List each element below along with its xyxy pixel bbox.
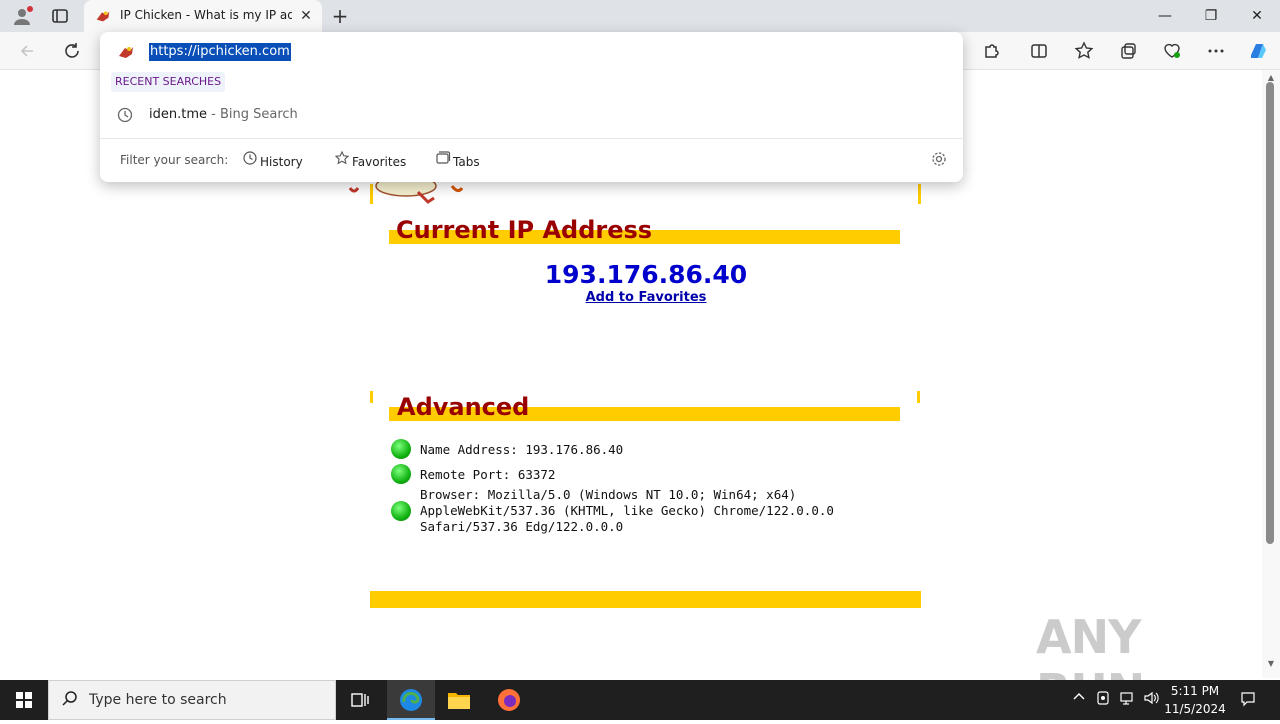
search-icon (61, 690, 79, 712)
filter-favorites-button[interactable]: Favorites (334, 150, 406, 172)
chevron-up-icon[interactable] (1069, 690, 1089, 710)
task-view-icon[interactable] (336, 680, 384, 720)
tabs-icon (435, 150, 453, 173)
browser-line-2: AppleWebKit/537.36 (KHTML, like Gecko) C… (420, 503, 834, 518)
filter-history-button[interactable]: History (242, 150, 303, 172)
advanced-right-tick (917, 391, 920, 403)
chicken-favicon-icon (96, 11, 110, 22)
tab-ipchicken[interactable]: IP Chicken - What is my IP addre ✕ (84, 0, 322, 32)
firefox-icon[interactable] (485, 680, 533, 720)
advanced-left-tick (370, 391, 373, 403)
maximize-button[interactable]: ❐ (1188, 0, 1234, 32)
close-window-button[interactable]: ✕ (1234, 0, 1280, 32)
green-bullet-icon (391, 439, 411, 459)
scroll-down-icon[interactable]: ▼ (1265, 658, 1277, 670)
recent-searches-label: RECENT SEARCHES (111, 72, 226, 92)
filter-label: Filter your search: (120, 153, 229, 167)
chicken-logo-image (348, 180, 464, 204)
filter-tabs-button[interactable]: Tabs (435, 150, 480, 172)
remote-port-text: Remote Port: 63372 (420, 467, 556, 482)
history-clock-icon (116, 106, 134, 128)
favorites-star-icon[interactable] (1071, 38, 1097, 64)
refresh-icon[interactable] (59, 38, 85, 64)
taskbar-search-box[interactable]: Type here to search (48, 680, 336, 720)
collections-icon[interactable] (1115, 38, 1141, 64)
address-bar-dropdown: https://ipchicken.com RECENT SEARCHES id… (100, 32, 963, 182)
network-icon[interactable] (1117, 690, 1137, 710)
recent-search-item[interactable]: iden.tme - Bing Search (100, 102, 963, 128)
ip-address-value: 193.176.86.40 (544, 260, 748, 289)
search-placeholder: Type here to search (89, 692, 227, 708)
star-icon (334, 150, 352, 173)
windows-logo-icon (16, 692, 32, 708)
frame-left-tick (370, 184, 373, 204)
current-ip-heading: Current IP Address (396, 216, 653, 244)
advanced-heading: Advanced (397, 393, 530, 421)
recent-query: iden.tme (149, 107, 207, 122)
filter-favorites-label: Favorites (352, 155, 407, 169)
edge-taskbar-icon[interactable] (387, 680, 435, 720)
windows-taskbar: Type here to search 5:11 PM 11/5/2024 (0, 680, 1280, 720)
meet-now-icon[interactable] (1093, 690, 1113, 710)
back-icon[interactable] (15, 38, 41, 64)
history-icon (242, 150, 260, 173)
tab-title: IP Chicken - What is my IP addre (120, 8, 292, 22)
page-scrollbar[interactable]: ▲ ▼ (1262, 70, 1280, 678)
clock-time: 5:11 PM (1170, 684, 1220, 698)
green-bullet-icon (391, 464, 411, 484)
title-bar: IP Chicken - What is my IP addre ✕ + — ❐… (0, 0, 1280, 32)
extensions-icon[interactable] (978, 38, 1004, 64)
frame-right-tick (918, 184, 921, 204)
footer-bar (370, 591, 921, 608)
new-tab-button[interactable]: + (328, 4, 352, 28)
tab-actions-icon[interactable] (48, 4, 72, 28)
notification-icon[interactable] (1237, 690, 1259, 710)
filter-row: Filter your search: History Favorites Ta… (100, 148, 963, 174)
split-screen-icon[interactable] (1026, 38, 1052, 64)
tab-close-icon[interactable]: ✕ (298, 8, 314, 24)
dropdown-divider (100, 138, 963, 139)
gear-icon[interactable] (929, 150, 949, 170)
name-address-text: Name Address: 193.176.86.40 (420, 442, 624, 457)
start-button[interactable] (0, 680, 48, 720)
anyrun-watermark: ANY RUN (1036, 610, 1246, 718)
copilot-icon[interactable] (1245, 38, 1271, 64)
recent-query-source: - Bing Search (207, 107, 298, 122)
browser-line-1: Browser: Mozilla/5.0 (Windows NT 10.0; W… (420, 487, 797, 502)
address-bar-input[interactable]: https://ipchicken.com (149, 43, 291, 61)
more-menu-icon[interactable] (1203, 38, 1229, 64)
profile-icon[interactable] (10, 4, 34, 28)
clock-date: 11/5/2024 (1164, 702, 1226, 716)
browser-line-3: Safari/537.36 Edg/122.0.0.0 (420, 519, 624, 534)
filter-tabs-label: Tabs (453, 155, 480, 169)
filter-history-label: History (260, 155, 303, 169)
volume-icon[interactable] (1141, 690, 1161, 710)
minimize-button[interactable]: — (1142, 0, 1188, 32)
add-to-favorites-link[interactable]: Add to Favorites (446, 290, 846, 305)
green-bullet-icon (391, 501, 411, 521)
taskbar-clock[interactable]: 5:11 PM 11/5/2024 (1160, 682, 1230, 718)
scroll-thumb[interactable] (1266, 82, 1274, 544)
file-explorer-icon[interactable] (435, 680, 483, 720)
chicken-favicon-icon (119, 47, 133, 58)
browser-essentials-icon[interactable] (1159, 38, 1185, 64)
